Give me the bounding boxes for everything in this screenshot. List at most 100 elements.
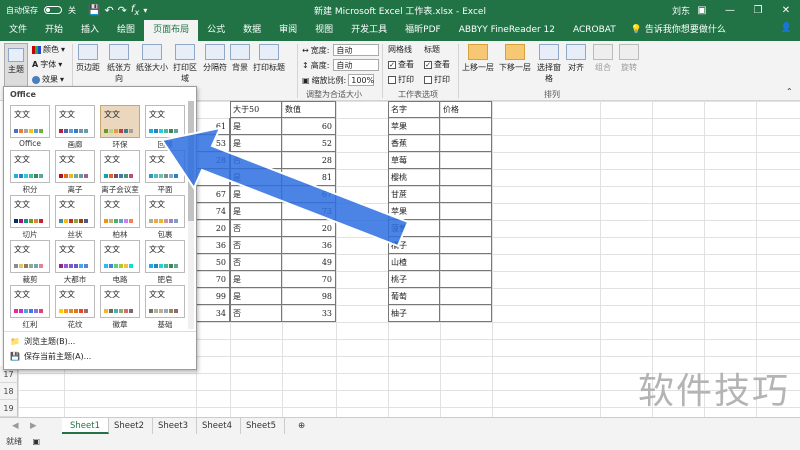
row-header[interactable]: 18 [0, 383, 18, 400]
margins-button[interactable]: 页边距 [76, 44, 100, 73]
width-select[interactable]: 自动 [333, 44, 380, 56]
theme-thumbnail[interactable]: 文文 [55, 240, 95, 273]
height-select[interactable]: 自动 [333, 59, 380, 71]
theme-thumbnail[interactable]: 文文 [145, 195, 185, 228]
header-cell[interactable]: 数值 [282, 101, 336, 118]
tell-me-box[interactable]: 💡 告诉我你想要做什么 [631, 20, 726, 41]
theme-thumbnail[interactable]: 文文 [55, 285, 95, 318]
restore-icon[interactable]: ❐ [744, 0, 772, 20]
scale-input[interactable]: 100% [348, 74, 375, 86]
print-titles-button[interactable]: 打印标题 [252, 44, 286, 73]
sheet-tab[interactable]: Sheet3 [150, 418, 197, 434]
table-cell[interactable]: 是 [230, 135, 282, 152]
save-icon[interactable]: 💾 [88, 5, 100, 16]
table-cell[interactable] [196, 169, 230, 186]
breaks-button[interactable]: 分隔符 [202, 44, 228, 73]
tab-data[interactable]: 数据 [234, 20, 270, 41]
gridlines-view-checkbox[interactable]: ✓ [388, 60, 396, 69]
header-cell[interactable]: 名字 [388, 101, 440, 118]
tab-view[interactable]: 视图 [306, 20, 342, 41]
theme-thumbnail[interactable]: 文文 [100, 150, 140, 183]
theme-thumbnail[interactable]: 文文 [10, 285, 50, 318]
table-cell[interactable] [440, 288, 492, 305]
rotate-button[interactable]: 旋转 [618, 44, 640, 73]
table-cell[interactable]: 50 [196, 254, 230, 271]
table-cell[interactable]: 28 [282, 152, 336, 169]
tab-draw[interactable]: 绘图 [108, 20, 144, 41]
table-cell[interactable]: 74 [196, 203, 230, 220]
table-cell[interactable]: 否 [230, 254, 282, 271]
table-cell[interactable]: 苹果 [388, 118, 440, 135]
table-cell[interactable]: 否 [230, 305, 282, 322]
theme-thumbnail[interactable]: 文文 [55, 195, 95, 228]
gallery-scroll-thumb[interactable] [188, 101, 194, 221]
table-cell[interactable]: 70 [196, 271, 230, 288]
sheet-tab[interactable]: Sheet5 [238, 418, 285, 434]
table-cell[interactable]: 是 [230, 288, 282, 305]
table-cell[interactable]: 60 [282, 118, 336, 135]
theme-thumbnail[interactable]: 文文 [100, 105, 140, 138]
theme-thumbnail[interactable]: 文文 [55, 150, 95, 183]
table-cell[interactable]: 樱桃 [388, 169, 440, 186]
table-cell[interactable]: 52 [282, 135, 336, 152]
tab-abbyy[interactable]: ABBYY FineReader 12 [450, 20, 564, 41]
save-theme-item[interactable]: 💾 保存当前主题(A)... [10, 351, 91, 362]
table-cell[interactable] [440, 135, 492, 152]
browse-themes-item[interactable]: 📁 浏览主题(B)... [10, 336, 75, 347]
tab-foxit-pdf[interactable]: 福昕PDF [396, 20, 450, 41]
table-cell[interactable]: 53 [196, 135, 230, 152]
table-cell[interactable]: 是 [230, 203, 282, 220]
headings-view-checkbox[interactable]: ✓ [424, 60, 432, 69]
close-icon[interactable]: ✕ [772, 0, 800, 20]
theme-thumbnail[interactable]: 文文 [145, 150, 185, 183]
row-header[interactable]: 19 [0, 400, 18, 417]
add-sheet-icon[interactable]: ⊕ [290, 418, 313, 434]
customize-quick-access-icon[interactable]: ▾ [143, 6, 147, 15]
theme-thumbnail[interactable]: 文文 [145, 285, 185, 318]
theme-thumbnail[interactable]: 文文 [55, 105, 95, 138]
table-cell[interactable]: 甘蔗 [388, 186, 440, 203]
align-button[interactable]: 对齐 [566, 44, 586, 73]
table-cell[interactable]: 是 [230, 118, 282, 135]
size-button[interactable]: 纸张大小 [136, 44, 168, 73]
table-cell[interactable]: 61 [196, 118, 230, 135]
table-cell[interactable]: 桃子 [388, 271, 440, 288]
table-cell[interactable]: 67 [282, 186, 336, 203]
gallery-scrollbar[interactable] [188, 101, 194, 329]
table-cell[interactable] [440, 254, 492, 271]
table-cell[interactable]: 20 [282, 220, 336, 237]
table-cell[interactable]: 香蕉 [388, 135, 440, 152]
theme-thumbnail[interactable]: 文文 [145, 105, 185, 138]
ribbon-display-options-icon[interactable]: ▣ [688, 0, 716, 20]
scroll-right-icon[interactable]: ▶ [22, 418, 45, 434]
table-cell[interactable]: 橘子 [388, 237, 440, 254]
theme-thumbnail[interactable]: 文文 [10, 105, 50, 138]
table-cell[interactable]: 70 [282, 271, 336, 288]
tab-developer[interactable]: 开发工具 [342, 20, 396, 41]
table-cell[interactable]: 34 [196, 305, 230, 322]
table-cell[interactable]: 菠萝 [388, 220, 440, 237]
table-cell[interactable] [440, 203, 492, 220]
print-area-button[interactable]: 打印区域 [170, 44, 200, 84]
themes-button[interactable]: 主题 [4, 43, 28, 87]
table-cell[interactable]: 28 [196, 152, 230, 169]
theme-thumbnail[interactable]: 文文 [100, 285, 140, 318]
tab-formulas[interactable]: 公式 [198, 20, 234, 41]
tab-review[interactable]: 审阅 [270, 20, 306, 41]
table-cell[interactable] [440, 305, 492, 322]
table-cell[interactable]: 柚子 [388, 305, 440, 322]
selection-pane-button[interactable]: 选择窗格 [534, 44, 564, 84]
tab-acrobat[interactable]: ACROBAT [564, 20, 625, 41]
theme-thumbnail[interactable]: 文文 [100, 240, 140, 273]
table-cell[interactable] [440, 237, 492, 254]
function-icon[interactable]: fx [131, 4, 139, 17]
orientation-button[interactable]: 纸张方向 [104, 44, 134, 84]
macro-record-icon[interactable]: ▣ [33, 437, 41, 446]
sheet-tab[interactable]: Sheet4 [194, 418, 241, 434]
share-icon[interactable]: 👤 [781, 23, 792, 33]
table-cell[interactable]: 20 [196, 220, 230, 237]
theme-thumbnail[interactable]: 文文 [10, 240, 50, 273]
theme-thumbnail[interactable]: 文文 [10, 150, 50, 183]
headings-print-checkbox[interactable] [424, 75, 432, 84]
table-cell[interactable]: 49 [282, 254, 336, 271]
